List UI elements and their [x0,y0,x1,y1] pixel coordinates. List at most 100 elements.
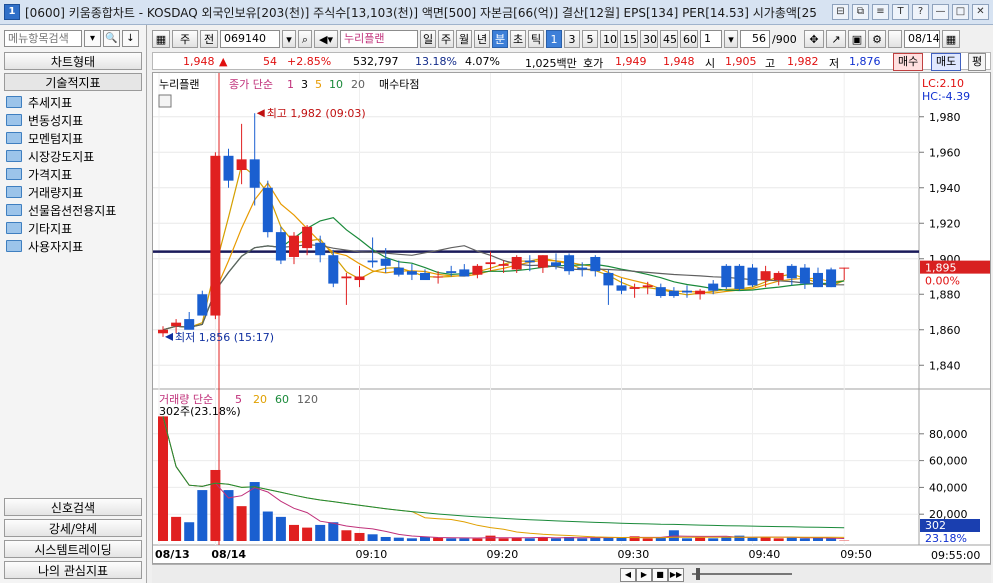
volume-bar [695,537,706,541]
candle-body [642,285,653,288]
scroll-left-icon[interactable]: ◀ [620,568,636,582]
candle-body [420,272,430,281]
save-icon[interactable]: ▣ [848,30,866,48]
search-icon[interactable]: 🔍 [103,30,120,47]
candle-body [158,329,168,334]
folder-icon [6,150,22,162]
period-tick[interactable]: 틱 [528,30,544,48]
menu-icon[interactable]: ≡ [872,4,889,20]
tree-item[interactable]: 가격지표 [6,165,116,183]
sound-icon[interactable]: ◀▾ [314,30,338,48]
stock-code-input[interactable]: 069140 [220,30,280,48]
volume-bar [734,535,745,541]
eval-button[interactable]: 평 [968,53,987,71]
period-week[interactable]: 주 [438,30,454,48]
buy-button[interactable]: 매수 [893,53,924,71]
candle-body [433,276,444,278]
maximize-icon[interactable]: □ [952,4,969,20]
tree-item[interactable]: 시장강도지표 [6,147,116,165]
crosshair-icon[interactable]: ✥ [804,30,824,48]
volume-bars [158,416,850,541]
system-trading-button[interactable]: 시스템트레이딩 [4,540,142,558]
play-icon[interactable]: ▶ [636,568,652,582]
tree-item[interactable]: 거래량지표 [6,183,116,201]
menu-search-input[interactable] [4,30,82,47]
interval-45[interactable]: 45 [660,30,678,48]
unit-dropdown-icon[interactable]: ▾ [724,30,738,48]
interval-3[interactable]: 3 [564,30,580,48]
close-icon[interactable]: ✕ [972,4,989,20]
search-icon[interactable]: ⌕ [298,30,312,48]
interval-10[interactable]: 10 [600,30,618,48]
strength-weakness-button[interactable]: 강세/약세 [4,519,142,537]
period-minute[interactable]: 분 [492,30,508,48]
checkbox-icon[interactable] [888,30,902,48]
volume-bar [210,469,221,541]
calculator-icon[interactable] [158,94,172,108]
tree-item[interactable]: 추세지표 [6,93,116,111]
volume-bar [616,537,627,541]
ma-period-10: 10 [329,78,343,91]
my-favorite-indicator-button[interactable]: 나의 관심지표 [4,561,142,579]
cascade-window-icon[interactable]: ⧉ [852,4,869,20]
period-day[interactable]: 일 [420,30,436,48]
price-tick-label: 1,880 [929,288,961,301]
price-legend-ma: 종가 단순 [229,78,273,91]
tree-item[interactable]: 선물옵션전용지표 [6,201,116,219]
tree-item[interactable]: 모멘텀지표 [6,129,116,147]
zoom-slider[interactable] [692,573,792,575]
signal-search-button[interactable]: 신호검색 [4,498,142,516]
zoom-slider-handle[interactable] [696,568,700,580]
download-arrow-icon[interactable]: ↓ [122,30,139,47]
tree-item[interactable]: 사용자지표 [6,237,116,255]
market-select[interactable]: 주 [172,30,198,48]
tree-item[interactable]: 변동성지표 [6,111,116,129]
help-icon[interactable]: ? [912,4,929,20]
unit-input[interactable]: 1 [700,30,722,48]
period-month[interactable]: 월 [456,30,472,48]
interval-5[interactable]: 5 [582,30,598,48]
buy-point-legend: 매수타점 [379,78,419,91]
current-volume-pct: 23.18% [925,532,967,545]
volume-bar [786,537,797,541]
minimize-icon[interactable]: — [932,4,949,20]
code-dropdown-icon[interactable]: ▾ [282,30,296,48]
interval-1[interactable]: 1 [546,30,562,48]
chart-type-button[interactable]: 차트형태 [4,52,142,70]
candle-body [813,272,823,288]
tree-item-label: 변동성지표 [28,113,84,128]
calendar-icon[interactable]: ▦ [942,30,960,48]
sell-button[interactable]: 매도 [931,53,962,71]
tree-item-label: 모멘텀지표 [28,131,84,146]
chart-area[interactable]: 1,980 1,960 1,940 1,920 1,900 1,880 1,860 1,840… [152,72,991,564]
period-year[interactable]: 년 [474,30,490,48]
period-second[interactable]: 초 [510,30,526,48]
hc-label: HC:-4.39 [922,90,970,103]
technical-indicator-header[interactable]: 기술적지표 [4,73,142,91]
tree-item-label: 기타지표 [28,221,73,236]
tree-item[interactable]: 기타지표 [6,219,116,237]
price-volume-chart[interactable]: 1,9801,9601,9401,9201,9001,8801,8601,840… [153,73,990,563]
trend-tool-icon[interactable]: ↗ [826,30,846,48]
fast-forward-icon[interactable]: ▶▶ [668,568,684,582]
candle-body [747,267,758,286]
low-label: 저 [829,57,840,70]
chart-scroll-bar[interactable]: ◀ ▶ ■ ▶▶ [152,564,991,583]
font-icon[interactable]: T [892,4,909,20]
stock-name-field[interactable]: 누리플랜 [340,30,418,48]
gear-icon[interactable]: ⚙ [868,30,886,48]
grid-icon[interactable]: ▦ [152,30,170,48]
count-input[interactable]: 56 [740,30,770,48]
split-window-icon[interactable]: ⊟ [832,4,849,20]
date-input[interactable]: 08/14 [904,30,940,48]
search-dropdown-icon[interactable]: ▾ [84,30,101,47]
prev-button[interactable]: 전 [200,30,218,48]
interval-15[interactable]: 15 [620,30,638,48]
candle-body [773,272,784,281]
interval-30[interactable]: 30 [640,30,658,48]
stop-icon[interactable]: ■ [652,568,668,582]
interval-60[interactable]: 60 [680,30,698,48]
x-axis: 08/13 08/14 09:10 09:20 09:30 09:40 09:50 [155,548,872,561]
ma-period-3: 3 [301,78,308,91]
chart-toolbar: ▦ 주 전 069140 ▾ ⌕ ◀▾ 누리플랜 일 주 월 년 분 초 틱 1… [152,29,991,49]
